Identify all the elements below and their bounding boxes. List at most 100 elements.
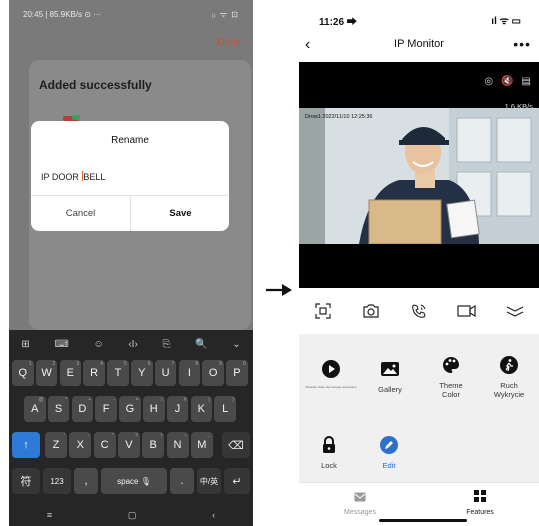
key-x-label: X: [76, 439, 84, 451]
grid-icon[interactable]: ⊞: [21, 339, 29, 350]
rename-dialog-title: Rename: [111, 135, 149, 146]
key-l-alt: ): [232, 397, 234, 403]
camera-icon[interactable]: [359, 299, 383, 323]
key-u-label: U: [161, 367, 170, 379]
key-s-alt: *: [65, 397, 68, 403]
key-g[interactable]: G =: [119, 396, 141, 422]
clipboard-icon[interactable]: ⎘: [162, 339, 170, 350]
period-key[interactable]: .: [170, 468, 194, 494]
key-t-label: T: [114, 367, 122, 379]
key-l-label: L: [222, 403, 229, 415]
key-c-label: C: [100, 439, 109, 451]
back-icon[interactable]: ‹: [212, 510, 215, 520]
feature-lock[interactable]: Lock: [299, 434, 359, 470]
key-g-label: G: [125, 403, 135, 415]
key-d[interactable]: D +: [71, 396, 94, 422]
key-o[interactable]: O9: [202, 360, 224, 386]
feature-edit[interactable]: Edit: [359, 434, 419, 470]
lock-icon: [299, 434, 359, 456]
enter-key[interactable]: ↵: [224, 468, 250, 494]
tab-messages[interactable]: Messages: [320, 489, 400, 516]
key-r[interactable]: R4: [83, 360, 105, 386]
gallery-icon: [360, 358, 420, 380]
key-k[interactable]: K(: [190, 396, 213, 422]
menu-icon[interactable]: ▤: [522, 76, 531, 87]
key-a[interactable]: A @: [24, 396, 46, 422]
feature-edit-label: Edit: [382, 461, 396, 470]
key-i[interactable]: I8: [178, 360, 201, 386]
key-o-alt: 9: [219, 361, 222, 367]
video-overlay-icons: ◎ 🔇 ▤: [484, 76, 531, 87]
more-options-icon[interactable]: •••: [513, 36, 531, 52]
snapshot-icon[interactable]: ◎: [484, 76, 493, 87]
key-w[interactable]: W2: [35, 360, 58, 386]
home-indicator: [379, 519, 467, 522]
fullscreen-icon[interactable]: [311, 299, 335, 323]
key-p[interactable]: P0: [226, 360, 248, 386]
tab-features[interactable]: Features: [440, 489, 520, 516]
left-status-bar: 20:45 | 85.9KB/s ⊙ ··· ᵢᵢ ᯤ ⊡: [9, 0, 253, 28]
key-i-label: I: [187, 367, 191, 379]
home-icon[interactable]: ▢: [128, 510, 137, 521]
key-a-label: A: [31, 403, 39, 415]
feature-gallery[interactable]: Gallery: [360, 358, 420, 394]
key-m[interactable]: M…: [190, 432, 213, 458]
feature-motion-detection[interactable]: Ruch Wykrycie: [479, 354, 539, 399]
key-k-label: K: [197, 403, 206, 415]
keyboard-icon[interactable]: ⌨: [54, 339, 68, 350]
key-z[interactable]: Z ': [45, 432, 67, 458]
recent-apps-icon[interactable]: ≡: [47, 510, 52, 520]
feature-playback[interactable]: Webcam video clip storage description: [301, 358, 361, 389]
symbols-key[interactable]: 符: [12, 468, 40, 494]
key-y[interactable]: Y6: [131, 360, 153, 386]
key-f-label: F: [102, 403, 110, 415]
key-g-alt: =: [135, 397, 139, 403]
key-e[interactable]: E3: [59, 360, 82, 386]
rename-input[interactable]: IP DOOR BELL: [41, 171, 105, 182]
feature-playback-label: Webcam video clip storage description: [305, 385, 357, 389]
key-q-label: Q: [18, 367, 28, 379]
shift-key[interactable]: ↑: [12, 432, 40, 458]
keyboard-row-3: ↑ ⌫ Z ' X: C " V? B! N ~ M…: [9, 432, 253, 458]
key-c-alt: ": [111, 433, 114, 439]
backspace-key[interactable]: ⌫: [222, 432, 250, 458]
features-panel: Webcam video clip storage description Ga…: [299, 334, 539, 482]
save-button[interactable]: Save: [131, 195, 229, 231]
key-j[interactable]: J #: [166, 396, 189, 422]
key-h[interactable]: H /: [143, 396, 165, 422]
rename-input-text-before: IP DOOR: [41, 172, 82, 182]
comma-key[interactable]: ,: [74, 468, 98, 494]
key-q[interactable]: Q1: [12, 360, 34, 386]
key-t[interactable]: T5: [107, 360, 129, 386]
feature-theme-color[interactable]: Theme Color: [421, 354, 481, 399]
done-button[interactable]: Done: [217, 37, 241, 48]
delivery-person-image: [299, 108, 539, 244]
key-a-alt: @: [38, 397, 44, 403]
emoji-icon[interactable]: ☺: [93, 339, 103, 350]
search-icon[interactable]: 🔍: [195, 339, 207, 350]
intercom-call-icon[interactable]: [407, 299, 431, 323]
collapse-chevron-icon[interactable]: [503, 299, 527, 323]
key-b[interactable]: B!: [142, 432, 165, 458]
key-n-alt: ~: [183, 433, 187, 439]
cursor-icon[interactable]: ‹I›: [128, 339, 137, 350]
key-j-label: J: [174, 403, 181, 415]
numbers-key[interactable]: 123: [43, 468, 71, 494]
key-f[interactable]: F-: [95, 396, 117, 422]
key-v[interactable]: V?: [117, 432, 140, 458]
language-key[interactable]: 中/英: [197, 468, 221, 494]
key-s[interactable]: S *: [47, 396, 70, 422]
record-video-icon[interactable]: [455, 299, 479, 323]
mute-icon[interactable]: 🔇: [501, 76, 513, 87]
key-u[interactable]: U7: [154, 360, 177, 386]
key-y-label: Y: [138, 367, 146, 379]
key-r-label: R: [90, 367, 99, 379]
space-key[interactable]: space 🎙: [101, 468, 167, 494]
tab-features-label: Features: [466, 509, 494, 516]
cancel-button[interactable]: Cancel: [31, 195, 130, 231]
key-n[interactable]: N ~: [166, 432, 189, 458]
collapse-icon[interactable]: ⌄: [232, 339, 240, 350]
key-c[interactable]: C ": [93, 432, 116, 458]
key-x[interactable]: X:: [69, 432, 92, 458]
key-l[interactable]: L): [214, 396, 236, 422]
